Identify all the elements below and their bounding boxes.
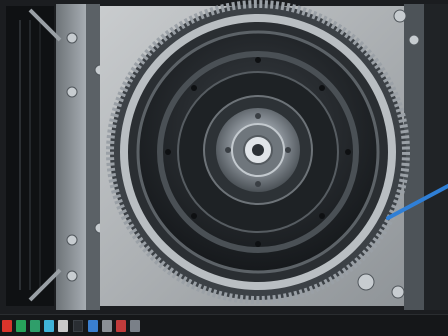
taskbar <box>0 314 448 336</box>
app-icon-2[interactable] <box>16 319 26 332</box>
app-icon-5[interactable] <box>58 319 68 332</box>
flywheel-photo <box>0 0 448 314</box>
app-icon-6[interactable] <box>88 319 98 332</box>
app-icon-9[interactable] <box>130 319 140 332</box>
app-icon-1[interactable] <box>2 319 12 332</box>
app-icon-3[interactable] <box>30 319 40 332</box>
image-viewport <box>0 0 448 314</box>
taskbar-window-button[interactable] <box>73 319 83 332</box>
app-icon-7[interactable] <box>102 319 112 332</box>
left-vent-panel <box>6 6 54 306</box>
app-icon-8[interactable] <box>116 319 126 332</box>
hub <box>203 95 313 205</box>
app-icon-4[interactable] <box>44 319 54 332</box>
